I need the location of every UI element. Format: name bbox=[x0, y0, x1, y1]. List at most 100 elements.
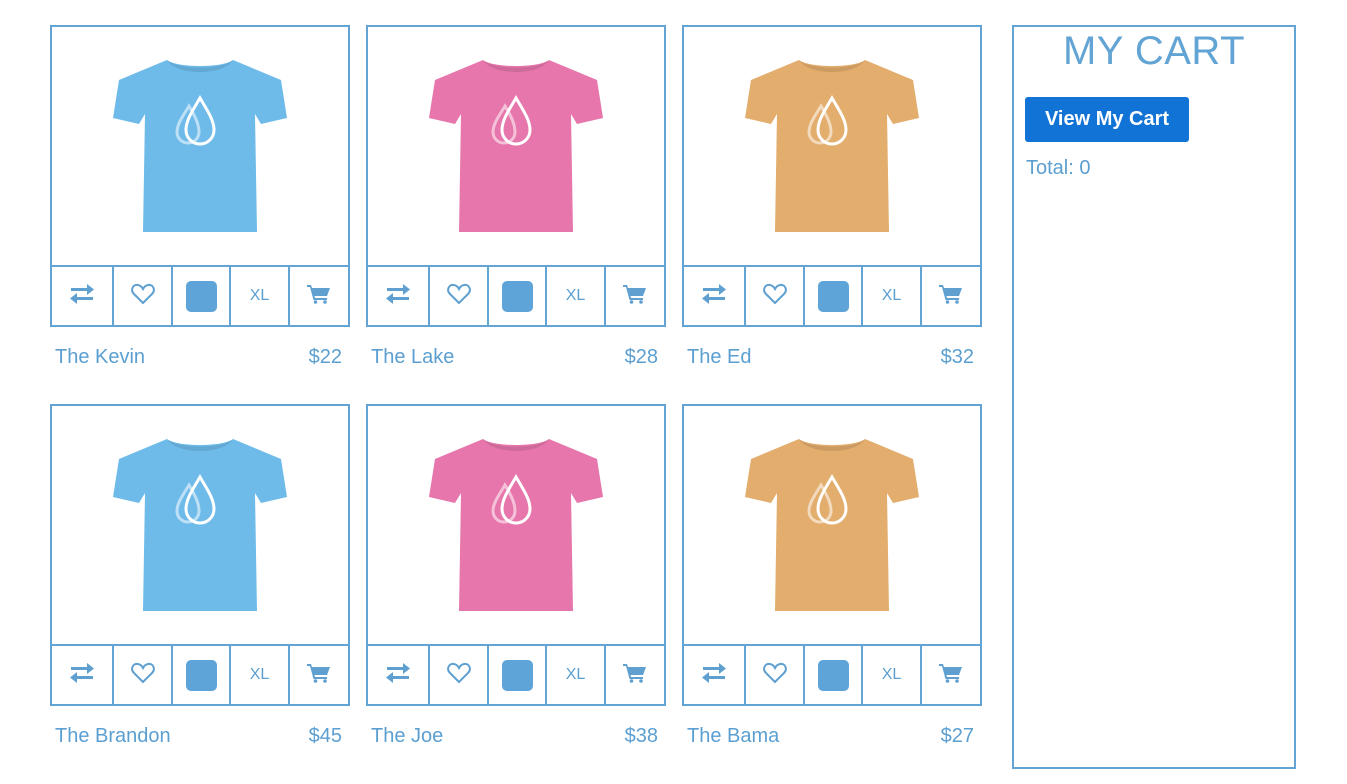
product-name[interactable]: The Kevin bbox=[55, 346, 145, 369]
product-price: $22 bbox=[308, 346, 342, 368]
wishlist-button[interactable] bbox=[114, 646, 173, 704]
heart-icon bbox=[130, 283, 155, 310]
product-image[interactable] bbox=[52, 406, 348, 646]
product-card-box: XL bbox=[366, 25, 666, 327]
product-toolbar: XL bbox=[52, 646, 348, 704]
compare-button[interactable] bbox=[368, 267, 430, 325]
shop-page: XL The Kevin $22 XL The Lake $28 XL The … bbox=[0, 0, 1347, 784]
wishlist-button[interactable] bbox=[430, 646, 489, 704]
size-button[interactable]: XL bbox=[547, 267, 606, 325]
color-swatch-button[interactable] bbox=[489, 646, 547, 704]
product-image[interactable] bbox=[684, 27, 980, 267]
product-name[interactable]: The Ed bbox=[687, 346, 751, 369]
add-to-cart-button[interactable] bbox=[290, 267, 348, 325]
product-name[interactable]: The Brandon bbox=[55, 725, 171, 748]
cart-panel: MY CART View My Cart Total: 0 bbox=[1012, 25, 1296, 769]
size-button[interactable]: XL bbox=[863, 267, 922, 325]
wishlist-button[interactable] bbox=[430, 267, 489, 325]
product-meta: The Bama $27 bbox=[682, 725, 982, 748]
product-image[interactable] bbox=[368, 27, 664, 267]
product-image[interactable] bbox=[52, 27, 348, 267]
compare-arrows-icon bbox=[701, 662, 727, 688]
compare-button[interactable] bbox=[684, 646, 746, 704]
tshirt-icon bbox=[113, 438, 287, 611]
product-name[interactable]: The Lake bbox=[371, 346, 454, 369]
product-toolbar: XL bbox=[368, 267, 664, 325]
compare-arrows-icon bbox=[385, 283, 411, 309]
color-swatch bbox=[817, 659, 849, 691]
compare-button[interactable] bbox=[684, 267, 746, 325]
heart-icon bbox=[762, 662, 787, 689]
product-card: XL The Kevin $22 bbox=[50, 25, 350, 369]
tshirt-icon bbox=[429, 438, 603, 611]
product-card-box: XL bbox=[682, 25, 982, 327]
size-label: XL bbox=[565, 666, 586, 683]
product-price: $32 bbox=[940, 346, 974, 368]
tshirt-icon bbox=[745, 438, 919, 611]
product-meta: The Brandon $45 bbox=[50, 725, 350, 748]
product-card: XL The Ed $32 bbox=[682, 25, 982, 369]
tshirt-icon bbox=[745, 59, 919, 232]
wishlist-button[interactable] bbox=[114, 267, 173, 325]
product-card: XL The Lake $28 bbox=[366, 25, 666, 369]
compare-arrows-icon bbox=[69, 662, 95, 688]
compare-button[interactable] bbox=[52, 267, 114, 325]
size-label: XL bbox=[249, 666, 270, 683]
color-swatch bbox=[185, 659, 217, 691]
color-swatch-button[interactable] bbox=[805, 267, 863, 325]
product-meta: The Ed $32 bbox=[682, 346, 982, 369]
product-image[interactable] bbox=[684, 406, 980, 646]
color-swatch bbox=[185, 280, 217, 312]
compare-arrows-icon bbox=[701, 283, 727, 309]
color-swatch-button[interactable] bbox=[173, 646, 231, 704]
add-to-cart-button[interactable] bbox=[922, 646, 980, 704]
cart-icon bbox=[307, 663, 331, 688]
compare-button[interactable] bbox=[368, 646, 430, 704]
heart-icon bbox=[446, 662, 471, 689]
cart-icon bbox=[939, 663, 963, 688]
product-card-box: XL bbox=[50, 404, 350, 706]
product-toolbar: XL bbox=[684, 267, 980, 325]
compare-arrows-icon bbox=[385, 662, 411, 688]
size-button[interactable]: XL bbox=[231, 646, 290, 704]
size-label: XL bbox=[249, 287, 270, 304]
heart-icon bbox=[130, 662, 155, 689]
product-image[interactable] bbox=[368, 406, 664, 646]
product-card-box: XL bbox=[50, 25, 350, 327]
product-toolbar: XL bbox=[52, 267, 348, 325]
product-card-box: XL bbox=[682, 404, 982, 706]
wishlist-button[interactable] bbox=[746, 646, 805, 704]
add-to-cart-button[interactable] bbox=[606, 646, 664, 704]
product-price: $27 bbox=[940, 725, 974, 747]
size-button[interactable]: XL bbox=[547, 646, 606, 704]
color-swatch-button[interactable] bbox=[173, 267, 231, 325]
wishlist-button[interactable] bbox=[746, 267, 805, 325]
size-button[interactable]: XL bbox=[231, 267, 290, 325]
product-card: XL The Bama $27 bbox=[682, 404, 982, 748]
size-label: XL bbox=[881, 287, 902, 304]
cart-total: Total: 0 bbox=[1026, 157, 1091, 179]
product-name[interactable]: The Joe bbox=[371, 725, 443, 748]
product-card: XL The Joe $38 bbox=[366, 404, 666, 748]
product-toolbar: XL bbox=[684, 646, 980, 704]
view-cart-button[interactable]: View My Cart bbox=[1025, 97, 1189, 142]
product-meta: The Kevin $22 bbox=[50, 346, 350, 369]
cart-icon bbox=[623, 284, 647, 309]
color-swatch-button[interactable] bbox=[489, 267, 547, 325]
add-to-cart-button[interactable] bbox=[606, 267, 664, 325]
product-card: XL The Brandon $45 bbox=[50, 404, 350, 748]
compare-button[interactable] bbox=[52, 646, 114, 704]
product-card-box: XL bbox=[366, 404, 666, 706]
tshirt-icon bbox=[113, 59, 287, 232]
add-to-cart-button[interactable] bbox=[290, 646, 348, 704]
product-price: $38 bbox=[624, 725, 658, 747]
cart-title: MY CART bbox=[1062, 29, 1246, 73]
product-name[interactable]: The Bama bbox=[687, 725, 779, 748]
add-to-cart-button[interactable] bbox=[922, 267, 980, 325]
color-swatch bbox=[817, 280, 849, 312]
cart-icon bbox=[623, 663, 647, 688]
size-button[interactable]: XL bbox=[863, 646, 922, 704]
size-label: XL bbox=[565, 287, 586, 304]
product-toolbar: XL bbox=[368, 646, 664, 704]
color-swatch-button[interactable] bbox=[805, 646, 863, 704]
